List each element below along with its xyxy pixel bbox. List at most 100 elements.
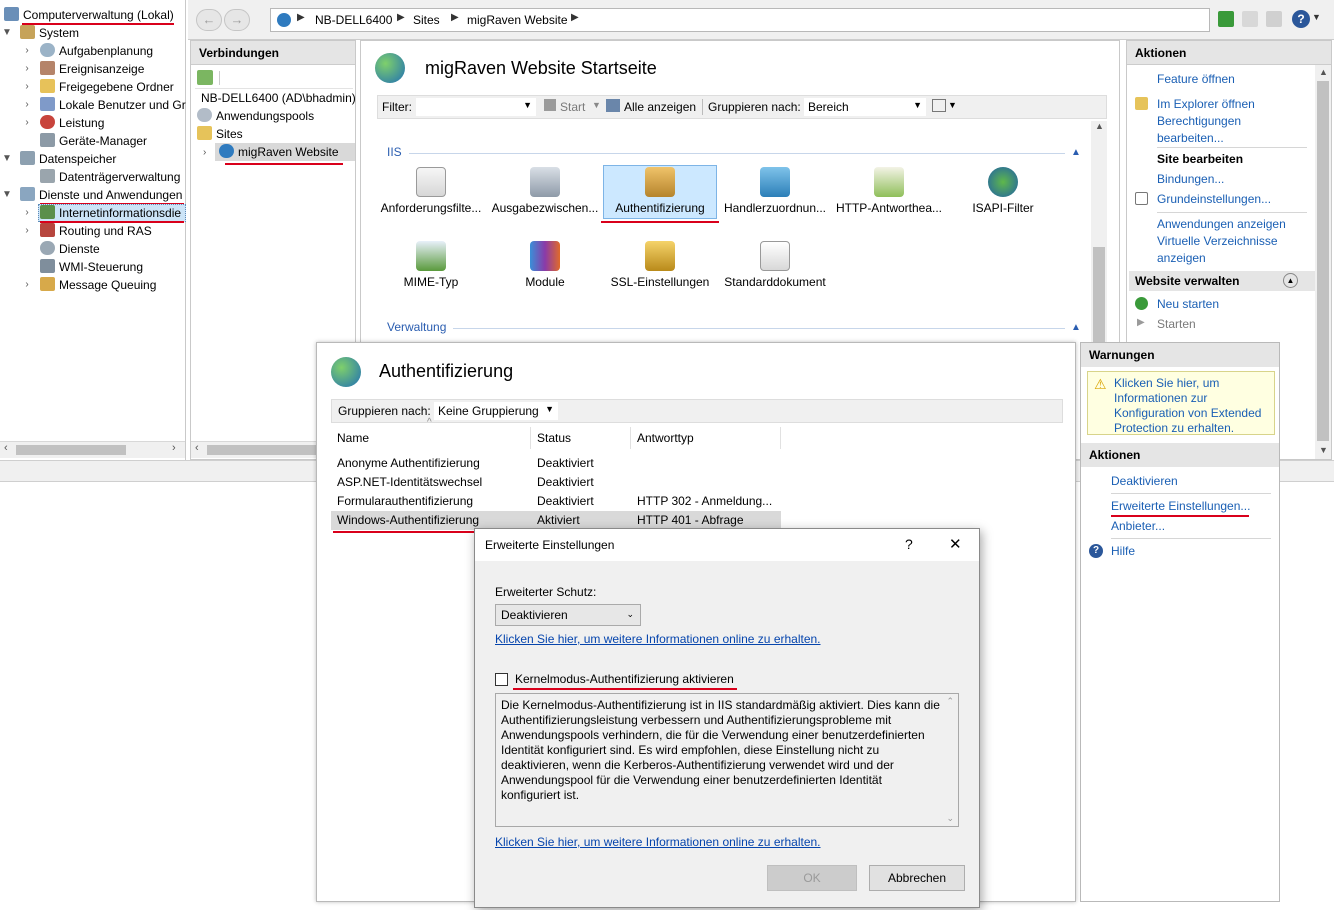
kernel-mode-checkbox[interactable] [495, 673, 508, 686]
back-button[interactable]: ← [196, 9, 222, 31]
scroll-left-icon[interactable]: ‹ [195, 442, 199, 454]
feature-ssl-settings[interactable]: SSL-Einstellungen [600, 241, 720, 289]
providers-link[interactable]: Anbieter... [1111, 518, 1165, 535]
auth-actions-heading: Aktionen [1081, 443, 1279, 467]
tree-item-iis[interactable]: › Internetinformationsdie [0, 204, 186, 222]
scroll-up-icon[interactable]: ⌃ [946, 696, 954, 707]
scroll-thumb[interactable] [16, 445, 126, 455]
site-node[interactable]: › migRaven Website [203, 143, 355, 161]
collapse-iis-icon[interactable]: ▲ [1071, 147, 1081, 158]
forward-button[interactable]: → [224, 9, 250, 31]
show-all-button[interactable]: Alle anzeigen [624, 100, 696, 114]
feature-mime-types[interactable]: MIME-Typ [371, 241, 491, 289]
collapse-admin-icon[interactable]: ▲ [1071, 322, 1081, 333]
info-link[interactable]: Klicken Sie hier, um weitere Information… [495, 632, 821, 646]
column-header-type[interactable]: Antworttyp [631, 427, 781, 449]
folder-icon [197, 126, 212, 140]
deactivate-link[interactable]: Deaktivieren [1111, 473, 1178, 490]
manage-site-heading: Website verwalten [1135, 274, 1240, 288]
view-applications-link[interactable]: Anwendungen anzeigen [1157, 216, 1286, 233]
table-row[interactable]: Anonyme Authentifizierung [331, 454, 531, 473]
modules-icon [530, 241, 560, 271]
output-cache-icon [530, 167, 560, 197]
basic-settings-link[interactable]: Grundeinstellungen... [1157, 191, 1271, 208]
scroll-left-icon[interactable]: ‹ [4, 442, 8, 454]
handler-mapping-icon [760, 167, 790, 197]
features-vertical-scrollbar[interactable]: ▲ [1091, 121, 1107, 351]
kernel-description-box[interactable]: Die Kernelmodus-Authentifizierung ist in… [495, 693, 959, 827]
info-link-2[interactable]: Klicken Sie hier, um weitere Information… [495, 835, 821, 849]
breadcrumb: ▶ NB-DELL6400 ▶ Sites ▶ migRaven Website… [270, 8, 1210, 32]
server-node[interactable]: NB-DELL6400 (AD\bhadmin) [201, 91, 356, 105]
actions-vertical-scrollbar[interactable]: ▲ ▼ [1315, 65, 1331, 459]
globe-icon [375, 53, 405, 83]
scroll-thumb[interactable] [1317, 81, 1329, 441]
lock-icon [645, 241, 675, 271]
feature-http-response-headers[interactable]: HTTP-Antworthea... [829, 167, 949, 215]
sites-node[interactable]: Sites [197, 126, 243, 141]
warning-link[interactable]: Klicken Sie hier, um Informationen zur K… [1114, 376, 1274, 436]
play-icon: ▶ [1137, 317, 1145, 328]
help-link[interactable]: Hilfe [1111, 543, 1135, 560]
warning-box[interactable]: ⚠ Klicken Sie hier, um Informationen zur… [1087, 371, 1275, 435]
restart-link[interactable]: Neu starten [1157, 296, 1219, 313]
breadcrumb-sites[interactable]: Sites [413, 13, 440, 27]
view-virtual-directories-link[interactable]: Virtuelle Verzeichnisse anzeigen [1157, 233, 1307, 267]
stop-icon[interactable] [1242, 11, 1258, 27]
ext-protection-select[interactable]: Deaktivieren ⌄ [495, 604, 641, 626]
shared-folder-icon [40, 79, 55, 93]
refresh-icon[interactable] [1218, 11, 1234, 27]
dialog-help-button[interactable]: ? [905, 536, 913, 552]
feature-modules[interactable]: Module [485, 241, 605, 289]
scroll-up-icon[interactable]: ▲ [1095, 121, 1104, 131]
scroll-down-icon[interactable]: ⌄ [946, 813, 954, 824]
feature-isapi-filters[interactable]: ISAPI-Filter [943, 167, 1063, 215]
help-dropdown-icon[interactable]: ▼ [1312, 12, 1321, 22]
feature-handler-mappings[interactable]: Handlerzuordnun... [715, 167, 835, 215]
breadcrumb-site[interactable]: migRaven Website [467, 13, 568, 27]
feature-request-filtering[interactable]: Anforderungsfilte... [371, 167, 491, 215]
connect-icon[interactable] [197, 70, 213, 85]
message-queue-icon [40, 277, 55, 291]
start-filter-button[interactable]: Start [560, 100, 585, 114]
scroll-right-icon[interactable]: › [172, 442, 176, 454]
cancel-button[interactable]: Abbrechen [869, 865, 965, 891]
clock-icon [40, 43, 55, 57]
edit-permissions-link[interactable]: Berechtigungen bearbeiten... [1157, 113, 1307, 147]
column-header-status[interactable]: Status [531, 427, 631, 449]
scroll-down-icon[interactable]: ▼ [1319, 445, 1328, 455]
feature-default-document[interactable]: Standarddokument [715, 241, 835, 289]
column-header-name[interactable]: Name [331, 427, 531, 449]
bindings-link[interactable]: Bindungen... [1157, 171, 1224, 188]
advanced-settings-link[interactable]: Erweiterte Einstellungen... [1111, 498, 1250, 515]
open-feature-link[interactable]: Feature öffnen [1157, 71, 1235, 88]
scroll-up-icon[interactable]: ▲ [1319, 67, 1328, 77]
app-pools-node[interactable]: Anwendungspools [197, 108, 314, 123]
group-by-select[interactable]: Bereich ▼ [804, 98, 926, 116]
kernel-mode-label[interactable]: Kernelmodus-Authentifizierung aktivieren [515, 672, 734, 686]
view-mode-icon[interactable] [932, 99, 946, 112]
start-link[interactable]: Starten [1157, 316, 1196, 333]
filter-input[interactable]: ▼ [416, 98, 536, 116]
close-icon[interactable]: ✕ [949, 535, 962, 553]
kernel-description: Die Kernelmodus-Authentifizierung ist in… [501, 698, 940, 802]
back-arrow-icon: ← [202, 12, 216, 27]
collapse-icon[interactable]: ▲ [1283, 273, 1298, 288]
feature-output-caching[interactable]: Ausgabezwischen... [485, 167, 605, 215]
help-icon[interactable]: ? [1292, 10, 1310, 28]
tree-horizontal-scrollbar[interactable]: ‹ › [0, 441, 185, 458]
tree-root[interactable]: Computerverwaltung (Lokal) [4, 6, 174, 24]
breadcrumb-server[interactable]: NB-DELL6400 [315, 13, 392, 27]
users-icon [40, 97, 55, 111]
ok-button[interactable]: OK [767, 865, 857, 891]
auth-group-by-select[interactable]: Keine Gruppierung ▼ [434, 402, 558, 420]
iis-icon [40, 205, 55, 219]
scroll-thumb[interactable] [1093, 247, 1105, 347]
open-explorer-link[interactable]: Im Explorer öffnen [1157, 96, 1255, 113]
table-row[interactable]: ASP.NET-Identitätswechsel [331, 473, 531, 492]
feature-authentication[interactable]: Authentifizierung [600, 167, 720, 215]
home-icon[interactable] [1266, 11, 1282, 27]
explorer-icon [1135, 97, 1148, 110]
table-row[interactable]: Formularauthentifizierung [331, 492, 531, 511]
routing-icon [40, 223, 55, 237]
